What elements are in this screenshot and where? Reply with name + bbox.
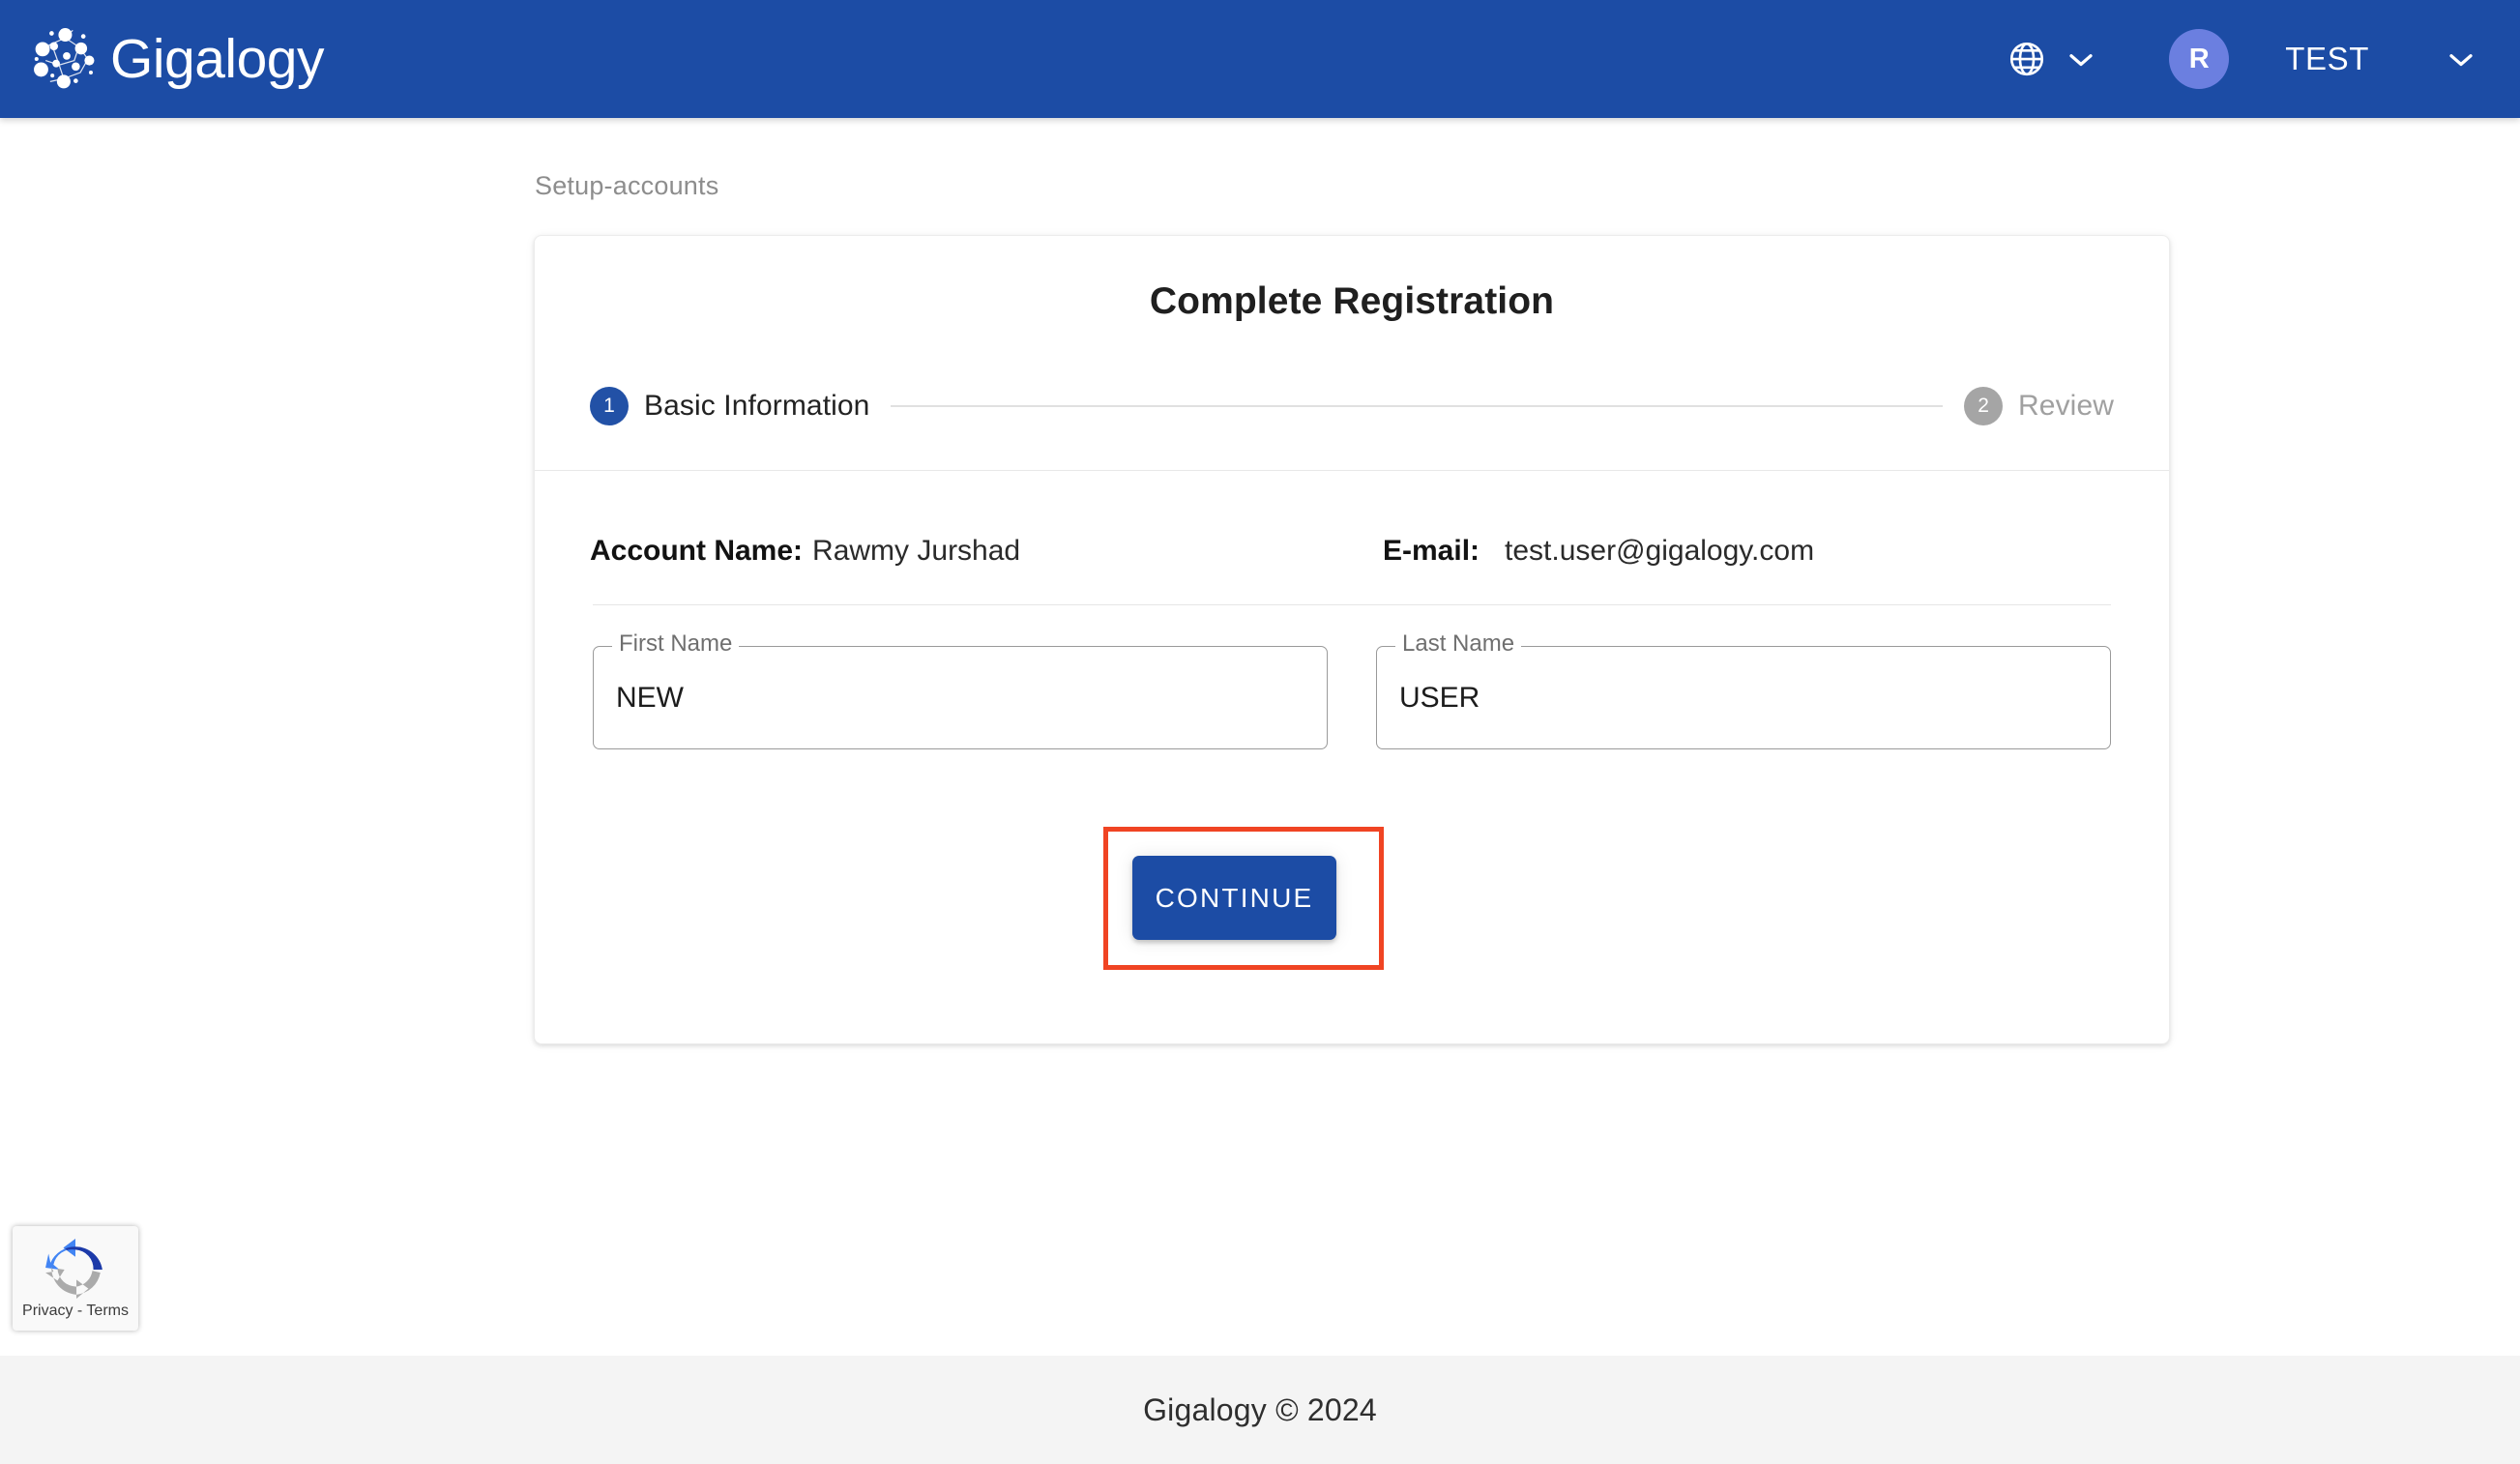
chevron-down-icon bbox=[2447, 50, 2476, 69]
account-info-row: Account Name: Rawmy Jurshad E-mail: test… bbox=[590, 471, 2114, 568]
gigalogy-network-logo bbox=[29, 21, 104, 97]
step-connector bbox=[891, 405, 1943, 407]
footer-copyright: Gigalogy © 2024 bbox=[1143, 1392, 1377, 1428]
user-menu[interactable]: R TEST bbox=[2169, 29, 2476, 89]
email-value: test.user@gigalogy.com bbox=[1505, 535, 1814, 568]
first-name-field: First Name bbox=[593, 646, 1328, 749]
email-field: E-mail: test.user@gigalogy.com bbox=[1383, 535, 1814, 568]
account-name-label: Account Name: bbox=[590, 535, 803, 568]
recaptcha-icon bbox=[44, 1237, 107, 1301]
recaptcha-privacy-terms[interactable]: Privacy - Terms bbox=[22, 1303, 129, 1320]
user-name: TEST bbox=[2285, 41, 2369, 77]
header-right: R TEST bbox=[1997, 29, 2476, 89]
step-number-badge: 1 bbox=[590, 387, 629, 425]
divider bbox=[593, 604, 2111, 605]
last-name-input[interactable] bbox=[1376, 646, 2111, 749]
first-name-input[interactable] bbox=[593, 646, 1328, 749]
account-name-field: Account Name: Rawmy Jurshad bbox=[590, 535, 1383, 568]
step-review[interactable]: 2 Review bbox=[1964, 387, 2114, 425]
continue-button[interactable]: CONTINUE bbox=[1132, 856, 1336, 940]
page-content: Setup-accounts Complete Registration 1 B… bbox=[0, 118, 2520, 1356]
account-name-value: Rawmy Jurshad bbox=[812, 535, 1020, 568]
step-basic-information[interactable]: 1 Basic Information bbox=[590, 387, 869, 425]
last-name-field: Last Name bbox=[1376, 646, 2111, 749]
avatar: R bbox=[2169, 29, 2229, 89]
name-fields-row: First Name Last Name bbox=[593, 646, 2111, 749]
registration-card: Complete Registration 1 Basic Informatio… bbox=[534, 235, 2170, 1044]
continue-action-area: CONTINUE bbox=[1103, 827, 1384, 970]
breadcrumb: Setup-accounts bbox=[535, 171, 718, 201]
step-label: Basic Information bbox=[644, 390, 869, 423]
step-number-badge: 2 bbox=[1964, 387, 2003, 425]
app-footer: Gigalogy © 2024 bbox=[0, 1356, 2520, 1464]
page-title: Complete Registration bbox=[535, 280, 2169, 323]
language-selector[interactable] bbox=[1997, 31, 2105, 87]
app-header: Gigalogy R TEST bbox=[0, 0, 2520, 118]
brand-name: Gigalogy bbox=[110, 32, 324, 87]
email-label: E-mail: bbox=[1383, 535, 1480, 568]
chevron-down-icon bbox=[2066, 50, 2095, 69]
globe-icon bbox=[2007, 39, 2047, 79]
stepper: 1 Basic Information 2 Review bbox=[590, 387, 2114, 425]
step-label: Review bbox=[2018, 390, 2114, 423]
brand[interactable]: Gigalogy bbox=[29, 21, 324, 97]
recaptcha-badge[interactable]: Privacy - Terms bbox=[13, 1226, 138, 1331]
